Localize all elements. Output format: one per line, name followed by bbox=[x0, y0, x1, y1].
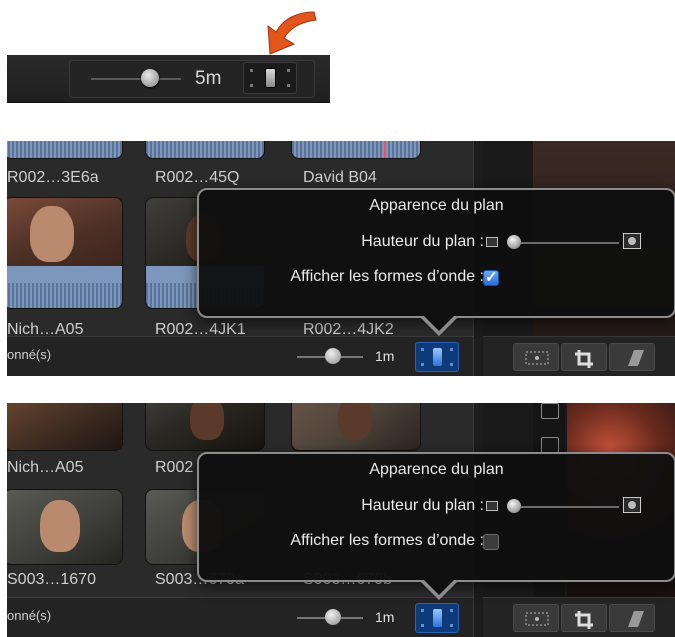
clip-height-slider[interactable] bbox=[507, 242, 619, 244]
clip-height-label: Hauteur du plan : bbox=[361, 233, 484, 250]
clip-name: S003…1670 bbox=[7, 571, 96, 588]
zoom-duration-label: 1m bbox=[375, 609, 395, 625]
clip-button-dot bbox=[450, 609, 453, 612]
clip-thumbnail[interactable] bbox=[7, 489, 123, 565]
show-waveforms-label: Afficher les formes d’onde : bbox=[290, 532, 484, 549]
crop-button[interactable] bbox=[561, 343, 607, 371]
clip-height-slider-knob[interactable] bbox=[507, 499, 521, 513]
clip-thumbnail-face bbox=[190, 403, 224, 440]
clip-appearance-icon bbox=[433, 609, 442, 627]
clip-button-dot bbox=[450, 624, 453, 627]
clip-name: Nich…A05 bbox=[7, 459, 84, 476]
crop-icon bbox=[575, 350, 593, 368]
clip-thumbnail[interactable] bbox=[7, 197, 123, 309]
clip-thumbnail[interactable] bbox=[145, 403, 265, 451]
clip-height-slider[interactable] bbox=[507, 506, 619, 508]
crop-icon bbox=[575, 611, 593, 629]
popover-tail bbox=[419, 314, 459, 336]
clip-appearance-icon bbox=[265, 68, 276, 88]
large-clip-icon bbox=[623, 497, 641, 513]
clip-appearance-button[interactable] bbox=[415, 342, 459, 372]
clip-button-dot bbox=[450, 348, 453, 351]
clip-button-dot bbox=[421, 348, 424, 351]
browser-status-bar: onné(s) 1m bbox=[7, 597, 473, 637]
transform-icon bbox=[525, 351, 549, 365]
transform-icon bbox=[525, 612, 549, 626]
clip-appearance-popover: Apparence du plan Hauteur du plan : Affi… bbox=[197, 452, 675, 600]
clip-button-dot bbox=[287, 69, 290, 72]
clip-thumbnail[interactable] bbox=[7, 403, 123, 451]
clip-button-dot bbox=[450, 363, 453, 366]
clip-name: R002…3E6a bbox=[7, 169, 99, 186]
clip-appearance-icon bbox=[433, 348, 442, 366]
large-clip-icon bbox=[623, 233, 641, 249]
show-waveforms-label: Afficher les formes d’onde : bbox=[290, 268, 484, 285]
popover-title: Apparence du plan bbox=[369, 197, 504, 214]
clip-button-dot bbox=[287, 84, 290, 87]
clip-button-dot bbox=[421, 609, 424, 612]
distort-icon bbox=[628, 350, 644, 366]
clip-thumbnail-face bbox=[30, 206, 74, 262]
clip-height-slider-knob[interactable] bbox=[507, 235, 521, 249]
selection-status: onné(s) bbox=[7, 347, 52, 362]
clip-appearance-popover: Apparence du plan Hauteur du plan : Affi… bbox=[197, 188, 675, 336]
clip-name: R002…45Q bbox=[155, 169, 240, 186]
transform-button[interactable] bbox=[513, 343, 559, 371]
distort-icon bbox=[628, 611, 644, 627]
clip-button-dot bbox=[250, 84, 253, 87]
viewer-toolbar bbox=[483, 336, 675, 376]
clip-appearance-button[interactable] bbox=[243, 62, 297, 94]
clip-button-dot bbox=[250, 69, 253, 72]
clip-height-label: Hauteur du plan : bbox=[361, 497, 484, 514]
clip-thumbnail-face bbox=[338, 403, 372, 440]
clip-thumbnail[interactable] bbox=[291, 403, 421, 451]
zoom-slider-knob[interactable] bbox=[325, 609, 341, 625]
clip-button-dot bbox=[421, 624, 424, 627]
selection-status: onné(s) bbox=[7, 608, 52, 623]
clip-thumbnail[interactable] bbox=[145, 141, 265, 159]
small-clip-icon bbox=[486, 501, 498, 511]
distort-button[interactable] bbox=[609, 604, 655, 632]
clip-thumbnail-face bbox=[40, 500, 80, 552]
transform-button[interactable] bbox=[513, 604, 559, 632]
distort-button[interactable] bbox=[609, 343, 655, 371]
browser-panel-waveforms-off: Nich…A05 R002 S003…1670 S003…670a S003…6… bbox=[7, 403, 675, 637]
viewer-toolbar bbox=[483, 597, 675, 637]
browser-status-bar: onné(s) 1m bbox=[7, 336, 473, 376]
show-waveforms-checkbox[interactable] bbox=[483, 268, 499, 286]
clip-waveform bbox=[7, 266, 122, 308]
clip-thumbnail[interactable] bbox=[7, 141, 123, 159]
clip-button-dot bbox=[421, 363, 424, 366]
clip-name: R002 bbox=[155, 459, 194, 476]
playhead bbox=[384, 141, 386, 158]
crop-button[interactable] bbox=[561, 604, 607, 632]
clip-appearance-button[interactable] bbox=[415, 603, 459, 633]
clip-name: David B04 bbox=[303, 169, 377, 186]
clip-thumbnail[interactable] bbox=[291, 141, 421, 159]
callout-arrow-icon bbox=[267, 11, 317, 55]
zoom-slider-knob[interactable] bbox=[325, 348, 341, 364]
zoom-slider-knob[interactable] bbox=[141, 69, 159, 87]
browser-panel-waveforms-on: R002…3E6a R002…45Q David B04 Nich…A05 R0… bbox=[7, 141, 675, 376]
popover-title: Apparence du plan bbox=[369, 461, 504, 478]
zoom-duration-label: 5m bbox=[195, 68, 222, 89]
show-waveforms-checkbox[interactable] bbox=[483, 534, 499, 550]
toolbar-crop: 5m bbox=[7, 55, 330, 103]
small-clip-icon bbox=[486, 237, 498, 247]
popover-tail bbox=[419, 578, 459, 600]
zoom-slider-track[interactable] bbox=[91, 78, 181, 80]
zoom-duration-label: 1m bbox=[375, 348, 395, 364]
